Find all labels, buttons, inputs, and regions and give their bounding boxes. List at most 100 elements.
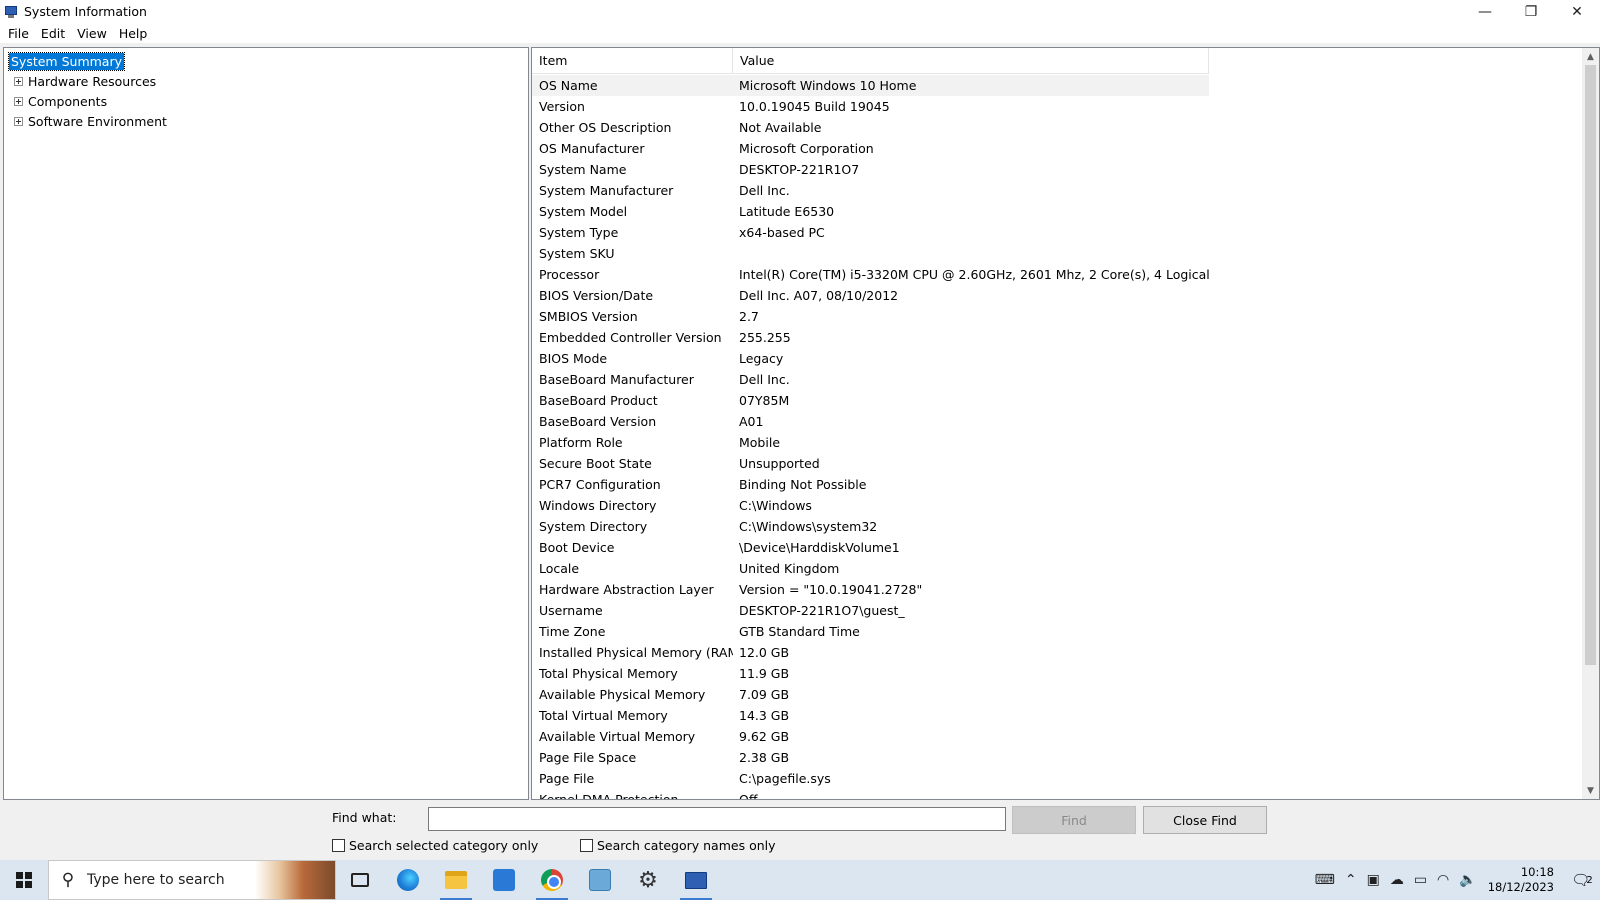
task-view-icon <box>351 873 369 887</box>
search-category-names-checkbox[interactable]: Search category names only <box>580 838 776 853</box>
find-button[interactable]: Find <box>1012 806 1136 834</box>
row-item-cell: BIOS Version/Date <box>539 288 654 303</box>
table-row[interactable]: Kernel DMA Protection Off <box>532 789 1209 799</box>
checkbox-label: Search selected category only <box>349 838 539 853</box>
table-row[interactable]: System SKU <box>532 243 1209 264</box>
checkbox-box[interactable] <box>332 839 345 852</box>
volume-icon[interactable]: 🔈 <box>1454 872 1481 888</box>
chrome-icon <box>541 869 563 891</box>
table-row[interactable]: Secure Boot State Unsupported <box>532 453 1209 474</box>
taskbar-search-box[interactable]: ⚲ Type here to search <box>48 860 336 900</box>
clock[interactable]: 10:18 18/12/2023 <box>1482 865 1564 895</box>
table-row[interactable]: Total Virtual Memory 14.3 GB <box>532 705 1209 726</box>
checkbox-box[interactable] <box>580 839 593 852</box>
table-row[interactable]: Boot Device \Device\HarddiskVolume1 <box>532 537 1209 558</box>
row-value-cell: Microsoft Windows 10 Home <box>739 78 917 93</box>
tree-item-label: Components <box>28 93 108 109</box>
system-information-app-icon[interactable] <box>4 5 18 19</box>
table-row[interactable]: BaseBoard Manufacturer Dell Inc. <box>532 369 1209 390</box>
vertical-scrollbar[interactable]: ▲ ▼ <box>1582 48 1599 799</box>
control-panel-button[interactable] <box>576 860 624 900</box>
settings-button[interactable]: ⚙ <box>624 860 672 900</box>
system-information-button[interactable] <box>672 860 720 900</box>
table-row[interactable]: Page File C:\pagefile.sys <box>532 768 1209 789</box>
store-button[interactable] <box>480 860 528 900</box>
task-view-button[interactable] <box>336 860 384 900</box>
notifications-button[interactable]: 🗨 2 <box>1564 871 1600 889</box>
close-button[interactable]: ✕ <box>1554 0 1600 23</box>
chrome-button[interactable] <box>528 860 576 900</box>
table-row[interactable]: OS Manufacturer Microsoft Corporation <box>532 138 1209 159</box>
menu-bar: File Edit View Help <box>0 23 1600 43</box>
table-row[interactable]: OS Name Microsoft Windows 10 Home <box>532 75 1209 96</box>
keyboard-icon[interactable]: ⌨ <box>1310 872 1340 888</box>
wifi-icon[interactable]: ◠ <box>1432 872 1454 888</box>
table-row[interactable]: System Manufacturer Dell Inc. <box>532 180 1209 201</box>
table-row[interactable]: BaseBoard Product 07Y85M <box>532 390 1209 411</box>
row-value-cell: Binding Not Possible <box>739 477 867 492</box>
table-row[interactable]: Available Physical Memory 7.09 GB <box>532 684 1209 705</box>
table-row[interactable]: Username DESKTOP-221R1O7\guest_ <box>532 600 1209 621</box>
table-row[interactable]: Platform Role Mobile <box>532 432 1209 453</box>
minimize-button[interactable]: — <box>1462 0 1508 23</box>
table-row[interactable]: Hardware Abstraction Layer Version = "10.… <box>532 579 1209 600</box>
expand-plus-icon[interactable] <box>14 76 23 86</box>
table-row[interactable]: BaseBoard Version A01 <box>532 411 1209 432</box>
table-row[interactable]: Other OS Description Not Available <box>532 117 1209 138</box>
table-row[interactable]: Installed Physical Memory (RAM) 12.0 GB <box>532 642 1209 663</box>
restore-button[interactable]: ❐ <box>1508 0 1554 23</box>
row-item-cell: PCR7 Configuration <box>539 477 661 492</box>
menu-view[interactable]: View <box>71 26 113 41</box>
table-row[interactable]: System Name DESKTOP-221R1O7 <box>532 159 1209 180</box>
details-list[interactable]: Item Value OS Name Microsoft Windows 10 H… <box>531 47 1600 800</box>
table-row[interactable]: PCR7 Configuration Binding Not Possible <box>532 474 1209 495</box>
scroll-down-arrow-icon[interactable]: ▼ <box>1582 782 1599 799</box>
tree-item-system-summary[interactable]: System Summary <box>4 51 528 71</box>
table-row[interactable]: Time Zone GTB Standard Time <box>532 621 1209 642</box>
start-button[interactable] <box>0 860 48 900</box>
row-value-cell: 2.38 GB <box>739 750 790 765</box>
row-item-cell: Processor <box>539 267 600 282</box>
onedrive-cloud-icon[interactable]: ☁ <box>1385 872 1409 888</box>
tree-item-software-environment[interactable]: Software Environment <box>4 111 528 131</box>
table-row[interactable]: Page File Space 2.38 GB <box>532 747 1209 768</box>
find-what-input[interactable] <box>428 807 1006 831</box>
table-row[interactable]: BIOS Mode Legacy <box>532 348 1209 369</box>
edge-icon <box>397 869 419 891</box>
row-item-cell: Secure Boot State <box>539 456 652 471</box>
expand-plus-icon[interactable] <box>14 116 23 126</box>
table-row[interactable]: Windows Directory C:\Windows <box>532 495 1209 516</box>
file-explorer-button[interactable] <box>432 860 480 900</box>
expand-plus-icon[interactable] <box>14 96 23 106</box>
show-hidden-icons-chevron-up-icon[interactable]: ⌃ <box>1340 872 1362 888</box>
tree-item-label: System Summary <box>8 51 125 71</box>
search-selected-category-checkbox[interactable]: Search selected category only <box>332 838 538 853</box>
table-row[interactable]: System Directory C:\Windows\system32 <box>532 516 1209 537</box>
table-row[interactable]: Total Physical Memory 11.9 GB <box>532 663 1209 684</box>
close-find-button[interactable]: Close Find <box>1143 806 1267 834</box>
scrollbar-thumb[interactable] <box>1585 65 1596 665</box>
table-row[interactable]: SMBIOS Version 2.7 <box>532 306 1209 327</box>
scroll-up-arrow-icon[interactable]: ▲ <box>1582 48 1599 65</box>
column-header-value[interactable]: Value <box>733 48 1209 74</box>
battery-icon[interactable]: ▭ <box>1409 872 1432 888</box>
table-row[interactable]: System Model Latitude E6530 <box>532 201 1209 222</box>
table-row[interactable]: Available Virtual Memory 9.62 GB <box>532 726 1209 747</box>
menu-help[interactable]: Help <box>113 26 154 41</box>
menu-file[interactable]: File <box>2 26 35 41</box>
row-value-cell: x64-based PC <box>739 225 825 240</box>
meet-now-icon[interactable]: ▣ <box>1362 872 1385 888</box>
table-row[interactable]: Processor Intel(R) Core(TM) i5-3320M CPU … <box>532 264 1209 285</box>
menu-edit[interactable]: Edit <box>35 26 71 41</box>
table-row[interactable]: Version 10.0.19045 Build 19045 <box>532 96 1209 117</box>
column-header-item[interactable]: Item <box>532 48 733 74</box>
table-row[interactable]: Locale United Kingdom <box>532 558 1209 579</box>
category-tree[interactable]: System Summary Hardware Resources Compon… <box>3 47 529 800</box>
table-row[interactable]: System Type x64-based PC <box>532 222 1209 243</box>
window-title: System Information <box>24 4 147 19</box>
table-row[interactable]: Embedded Controller Version 255.255 <box>532 327 1209 348</box>
edge-button[interactable] <box>384 860 432 900</box>
table-row[interactable]: BIOS Version/Date Dell Inc. A07, 08/10/20… <box>532 285 1209 306</box>
tree-item-components[interactable]: Components <box>4 91 528 111</box>
tree-item-hardware-resources[interactable]: Hardware Resources <box>4 71 528 91</box>
